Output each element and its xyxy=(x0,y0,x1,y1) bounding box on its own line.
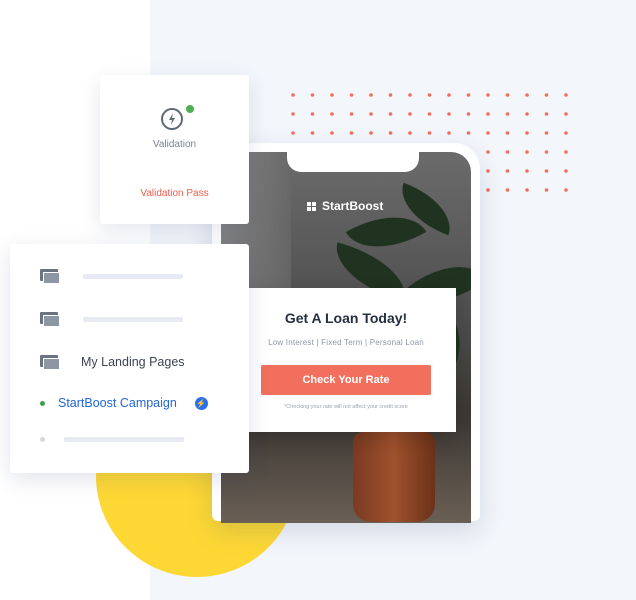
folder-icon xyxy=(40,354,60,370)
list-item-my-landing-pages[interactable]: My Landing Pages xyxy=(40,352,185,372)
plant-pot xyxy=(353,432,435,522)
list-item[interactable] xyxy=(40,309,183,329)
list-item[interactable] xyxy=(40,429,184,449)
active-status-dot xyxy=(40,400,45,406)
validation-status: Validation Pass xyxy=(140,188,209,199)
brand-name: StartBoost xyxy=(322,199,384,213)
check-rate-button[interactable]: Check Your Rate xyxy=(261,365,431,395)
validation-card: Validation Validation Pass xyxy=(100,75,249,224)
landing-pages-list: My Landing Pages StartBoost Campaign ⚡ xyxy=(10,244,249,473)
list-item-startboost-campaign[interactable]: StartBoost Campaign ⚡ xyxy=(40,393,208,413)
list-item-label: My Landing Pages xyxy=(81,355,185,369)
list-item[interactable] xyxy=(40,266,183,286)
loan-title: Get A Loan Today! xyxy=(284,310,408,326)
folder-icon xyxy=(40,268,60,284)
loan-subtitle: Low Interest | Fixed Term | Personal Loa… xyxy=(268,338,424,347)
phone-notch xyxy=(287,152,419,172)
lightning-icon: ⚡ xyxy=(194,396,208,410)
status-dot xyxy=(185,104,195,114)
credit-note: *Checking your rate will not affect your… xyxy=(284,404,408,410)
loan-offer-card: Get A Loan Today! Low Interest | Fixed T… xyxy=(236,288,456,432)
folder-icon xyxy=(40,311,60,327)
placeholder-bar xyxy=(64,436,184,442)
placeholder-bar xyxy=(83,273,183,279)
list-item-label: StartBoost Campaign xyxy=(58,396,177,410)
grid-logo-icon xyxy=(307,201,316,211)
placeholder-bar xyxy=(83,316,183,322)
brand-logo: StartBoost xyxy=(307,199,383,213)
lightning-icon xyxy=(161,108,183,130)
validation-label: Validation xyxy=(152,139,197,150)
inactive-status-dot xyxy=(40,436,45,442)
